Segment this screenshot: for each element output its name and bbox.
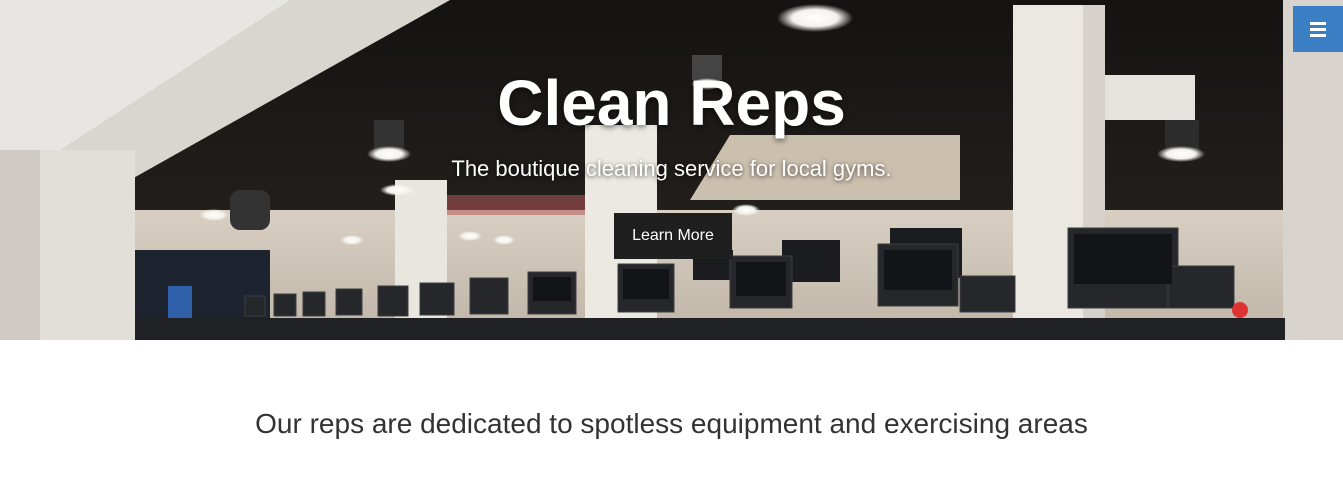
menu-toggle-button[interactable] (1293, 6, 1343, 52)
hero-title: Clean Reps (497, 67, 846, 139)
learn-more-button[interactable]: Learn More (614, 213, 732, 259)
hamburger-menu-icon (1310, 21, 1326, 37)
hero-subtitle: The boutique cleaning service for local … (451, 156, 892, 181)
hero-section: Clean Reps The boutique cleaning service… (0, 0, 1343, 340)
intro-tagline: Our reps are dedicated to spotless equip… (255, 408, 1088, 439)
